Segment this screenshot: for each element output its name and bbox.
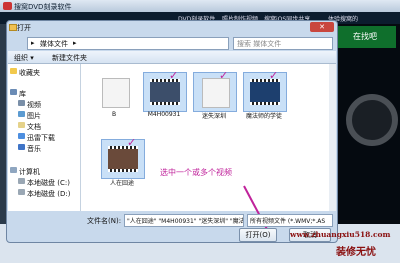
- ad-banner[interactable]: 在找吧: [334, 26, 396, 48]
- nav-label: 本地磁盘 (D:): [27, 190, 71, 198]
- breadcrumb-arrow-icon: ▸: [31, 39, 35, 47]
- music-icon: [18, 144, 25, 150]
- filename-value: "人在囧途" "M4H00931" "迷失深圳" "魔法: [127, 218, 244, 225]
- nav-label: 图片: [27, 112, 41, 120]
- drive-icon: [18, 178, 25, 184]
- nav-label: 收藏夹: [19, 69, 40, 77]
- search-input[interactable]: 搜索 媒体文件: [233, 37, 333, 50]
- file-item-sorcerers-apprentice[interactable]: ✓ 魔法师的学徒: [243, 69, 287, 120]
- library-icon: [10, 89, 17, 95]
- watermark-website: www.zhuangxiu518.com: [290, 230, 391, 239]
- app-title: 搜窝DVD刻录软件: [14, 3, 72, 11]
- star-icon: [10, 68, 17, 74]
- download-icon: [18, 133, 25, 139]
- film-reel-icon: [346, 94, 398, 146]
- file-list: B ✓ M4H00931 ✓ 迷失深圳 ✓ 魔法师的学徒 ✓ 人在囧途: [81, 64, 329, 211]
- checkmark-icon: ✓: [169, 69, 179, 82]
- vertical-scrollbar[interactable]: [329, 64, 336, 211]
- nav-label: 音乐: [27, 145, 41, 153]
- folder-icon: [9, 24, 17, 31]
- close-button[interactable]: ✕: [310, 22, 334, 32]
- filetype-value: 所有视频文件 (*.WMV;*.AS: [250, 218, 326, 225]
- drive-icon: [18, 189, 25, 195]
- breadcrumb-arrow-icon: ▸: [73, 39, 77, 47]
- nav-label: 文档: [27, 123, 41, 131]
- file-item-lost-on-journey[interactable]: ✓ 人在囧途: [101, 136, 145, 187]
- file-item-b[interactable]: B: [93, 72, 135, 118]
- checkmark-icon: ✓: [127, 136, 137, 149]
- filename-label: 文件名(N):: [87, 217, 122, 225]
- file-name: 人在囧途: [109, 180, 134, 187]
- file-item-m4h00931[interactable]: ✓ M4H00931: [143, 69, 187, 118]
- nav-label: 计算机: [19, 168, 40, 176]
- toolbar: 组织 ▾ 新建文件夹: [8, 51, 336, 64]
- document-icon: [18, 122, 25, 128]
- dialog-title: 打开: [17, 24, 31, 32]
- app-logo-icon: [3, 2, 12, 10]
- nav-label: 库: [19, 90, 26, 98]
- annotation-text: 选中一个或多个视频: [160, 168, 232, 177]
- file-name: 迷失深圳: [201, 113, 226, 120]
- breadcrumb-media-folder[interactable]: 媒体文件: [40, 39, 68, 49]
- new-folder-button[interactable]: 新建文件夹: [52, 53, 87, 63]
- filename-input[interactable]: "人在囧途" "M4H00931" "迷失深圳" "魔法: [124, 214, 244, 227]
- navigation-pane: 收藏夹 库 视频 图片 文档 迅雷下载 音乐 计算机 本地磁盘 (C:) 本地磁…: [8, 64, 81, 211]
- file-item-lost-in-shenzhen[interactable]: ✓ 迷失深圳: [193, 69, 237, 120]
- file-name: B: [111, 111, 117, 118]
- nav-label: 视频: [27, 101, 41, 109]
- app-preview-panel: 在找吧: [330, 24, 400, 224]
- file-name: 魔法师的学徒: [245, 113, 282, 120]
- video-icon: [18, 100, 25, 106]
- nav-label: 本地磁盘 (C:): [27, 179, 70, 187]
- filetype-select[interactable]: 所有视频文件 (*.WMV;*.AS: [247, 214, 333, 227]
- nav-label: 迅雷下载: [27, 134, 55, 142]
- address-bar[interactable]: ▸ 媒体文件 ▸: [27, 37, 229, 50]
- video-file-icon: [202, 78, 230, 108]
- open-button[interactable]: 打开(O): [239, 228, 277, 242]
- watermark-slogan: 装修无忧: [336, 247, 376, 258]
- app-titlebar: 搜窝DVD刻录软件: [0, 0, 400, 12]
- open-file-dialog: 打开 ✕ ▸ 媒体文件 ▸ 搜索 媒体文件 组织 ▾ 新建文件夹 收藏夹 库 视…: [6, 20, 338, 243]
- computer-icon: [10, 167, 17, 173]
- video-file-icon: [102, 78, 130, 108]
- search-placeholder: 搜索 媒体文件: [237, 40, 282, 48]
- organize-button[interactable]: 组织 ▾: [14, 53, 34, 63]
- file-name: M4H00931: [147, 111, 181, 118]
- checkmark-icon: ✓: [269, 69, 279, 82]
- checkmark-icon: ✓: [219, 69, 229, 82]
- picture-icon: [18, 111, 25, 117]
